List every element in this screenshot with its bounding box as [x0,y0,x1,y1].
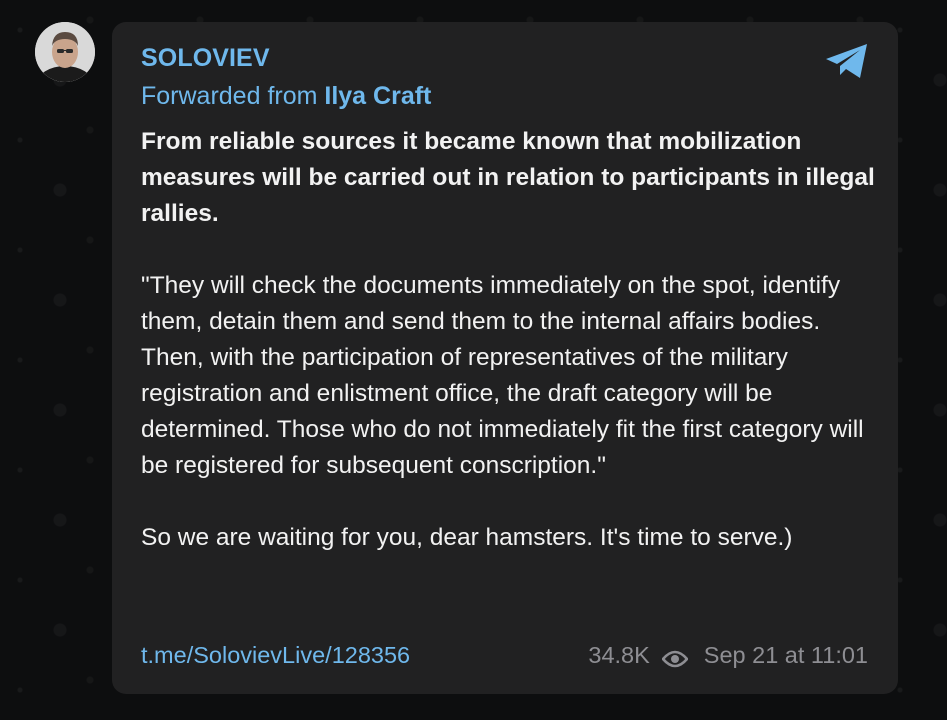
message-paragraph: So we are waiting for you, dear hamsters… [141,524,793,551]
message-bubble: SOLOVIEV Forwarded from Ilya Craft From … [112,22,898,694]
post-link[interactable]: t.me/SolovievLive/128356 [141,642,410,669]
forwarded-header[interactable]: Forwarded from Ilya Craft [141,82,431,111]
message-paragraph: From reliable sources it became known th… [141,128,875,227]
forwarded-prefix: Forwarded from [141,82,325,110]
message-timestamp: Sep 21 at 11:01 [703,642,868,668]
channel-avatar[interactable] [35,22,95,82]
message-paragraph: "They will check the documents immediate… [141,272,864,479]
forwarded-from-name[interactable]: Ilya Craft [324,82,431,110]
view-count: 34.8K [588,642,650,668]
telegram-share-icon[interactable] [824,42,870,80]
message-meta: 34.8K Sep 21 at 11:01 [588,642,868,669]
eye-icon [661,647,689,667]
channel-name[interactable]: SOLOVIEV [141,44,270,73]
message-text: From reliable sources it became known th… [141,124,881,556]
